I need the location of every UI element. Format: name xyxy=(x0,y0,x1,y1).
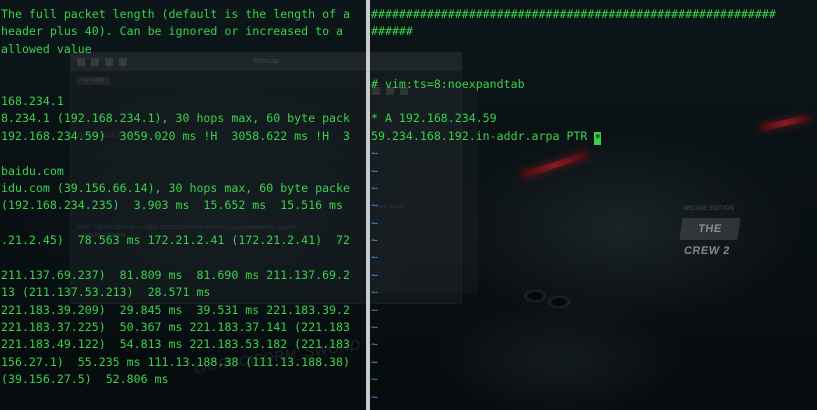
vim-line xyxy=(371,58,776,75)
terminal-line: allowed value xyxy=(1,41,92,56)
vim-empty-line-tilde: ~ xyxy=(371,233,378,248)
vim-line: * A 192.168.234.59 xyxy=(371,110,776,127)
vim-cursor: * xyxy=(594,130,602,145)
terminal-line: 192.168.234.59) 3059.020 ms !H 3058.622 … xyxy=(1,128,351,143)
vim-empty-line-tilde: ~ xyxy=(371,267,378,282)
vim-empty-line-tilde: ~ xyxy=(371,302,378,317)
vim-line-text: ###### xyxy=(371,24,413,39)
vim-buffer: ########################################… xyxy=(371,6,776,406)
terminal-line: baidu.com xyxy=(1,163,64,178)
terminal-line: header plus 40). Can be ignored or incre… xyxy=(1,24,344,39)
terminal-line: 211.137.69.237) 81.809 ms 81.690 ms 211.… xyxy=(1,267,351,282)
vim-empty-line-tilde: ~ xyxy=(371,354,378,369)
vim-empty-line-tilde: ~ xyxy=(371,180,378,195)
vim-line xyxy=(371,41,776,58)
terminal-line: 221.183.39.209) 29.845 ms 39.531 ms 221.… xyxy=(1,302,351,317)
vim-empty-line-tilde: ~ xyxy=(371,215,378,230)
terminal-line: 13 (211.137.53.213) 28.571 ms xyxy=(1,285,211,300)
vim-empty-line-tilde: ~ xyxy=(371,337,378,352)
vim-empty-line-tilde: ~ xyxy=(371,250,378,265)
terminal-line: 156.27.1) 55.235 ms 111.13.188.38 (111.1… xyxy=(1,354,351,369)
vim-line-text: ########################################… xyxy=(371,7,776,21)
vim-line: # vim:ts=8:noexpandtab xyxy=(371,76,776,93)
terminal-pane-right-vim[interactable]: ########################################… xyxy=(370,0,817,410)
vim-line-text: * A 192.168.234.59 xyxy=(371,111,497,126)
vim-line-text: 59.234.168.192.in-addr.arpa PTR xyxy=(371,128,595,143)
terminal-line: (39.156.27.5) 52.806 ms xyxy=(1,372,169,387)
vim-line-text: # vim:ts=8:noexpandtab xyxy=(371,76,525,91)
terminal-line: 221.183.49.122) 54.813 ms 221.183.53.182… xyxy=(1,337,351,352)
vim-empty-line-tilde: ~ xyxy=(371,198,378,213)
vim-line: 59.234.168.192.in-addr.arpa PTR * xyxy=(371,128,776,145)
terminal-line: .21.2.45) 78.563 ms 172.21.2.41 (172.21.… xyxy=(1,233,351,248)
terminal-line: The full packet length (default is the l… xyxy=(1,7,351,21)
vim-empty-line-tilde: ~ xyxy=(371,389,378,404)
terminal-line: 168.234.1 xyxy=(1,93,64,108)
terminal-pane-left[interactable]: The full packet length (default is the l… xyxy=(0,0,366,410)
vim-empty-line-tilde: ~ xyxy=(371,163,378,178)
terminal-line: 8.234.1 (192.168.234.1), 30 hops max, 60… xyxy=(1,111,351,126)
vim-line xyxy=(371,93,776,110)
vim-empty-line-tilde: ~ xyxy=(371,320,378,335)
terminal-line: (192.168.234.235) 3.903 ms 15.652 ms 15.… xyxy=(1,198,344,213)
vim-line: ###### xyxy=(371,23,776,40)
terminal-output: The full packet length (default is the l… xyxy=(1,6,350,389)
vim-empty-line-tilde: ~ xyxy=(371,372,378,387)
vim-line: ########################################… xyxy=(371,6,776,23)
terminal-line: 221.183.37.225) 50.367 ms 221.183.37.141… xyxy=(1,320,351,335)
terminal-line: idu.com (39.156.66.14), 30 hops max, 60 … xyxy=(1,180,351,195)
vim-empty-line-tilde: ~ xyxy=(371,285,378,300)
vim-empty-line-tilde: ~ xyxy=(371,146,378,161)
